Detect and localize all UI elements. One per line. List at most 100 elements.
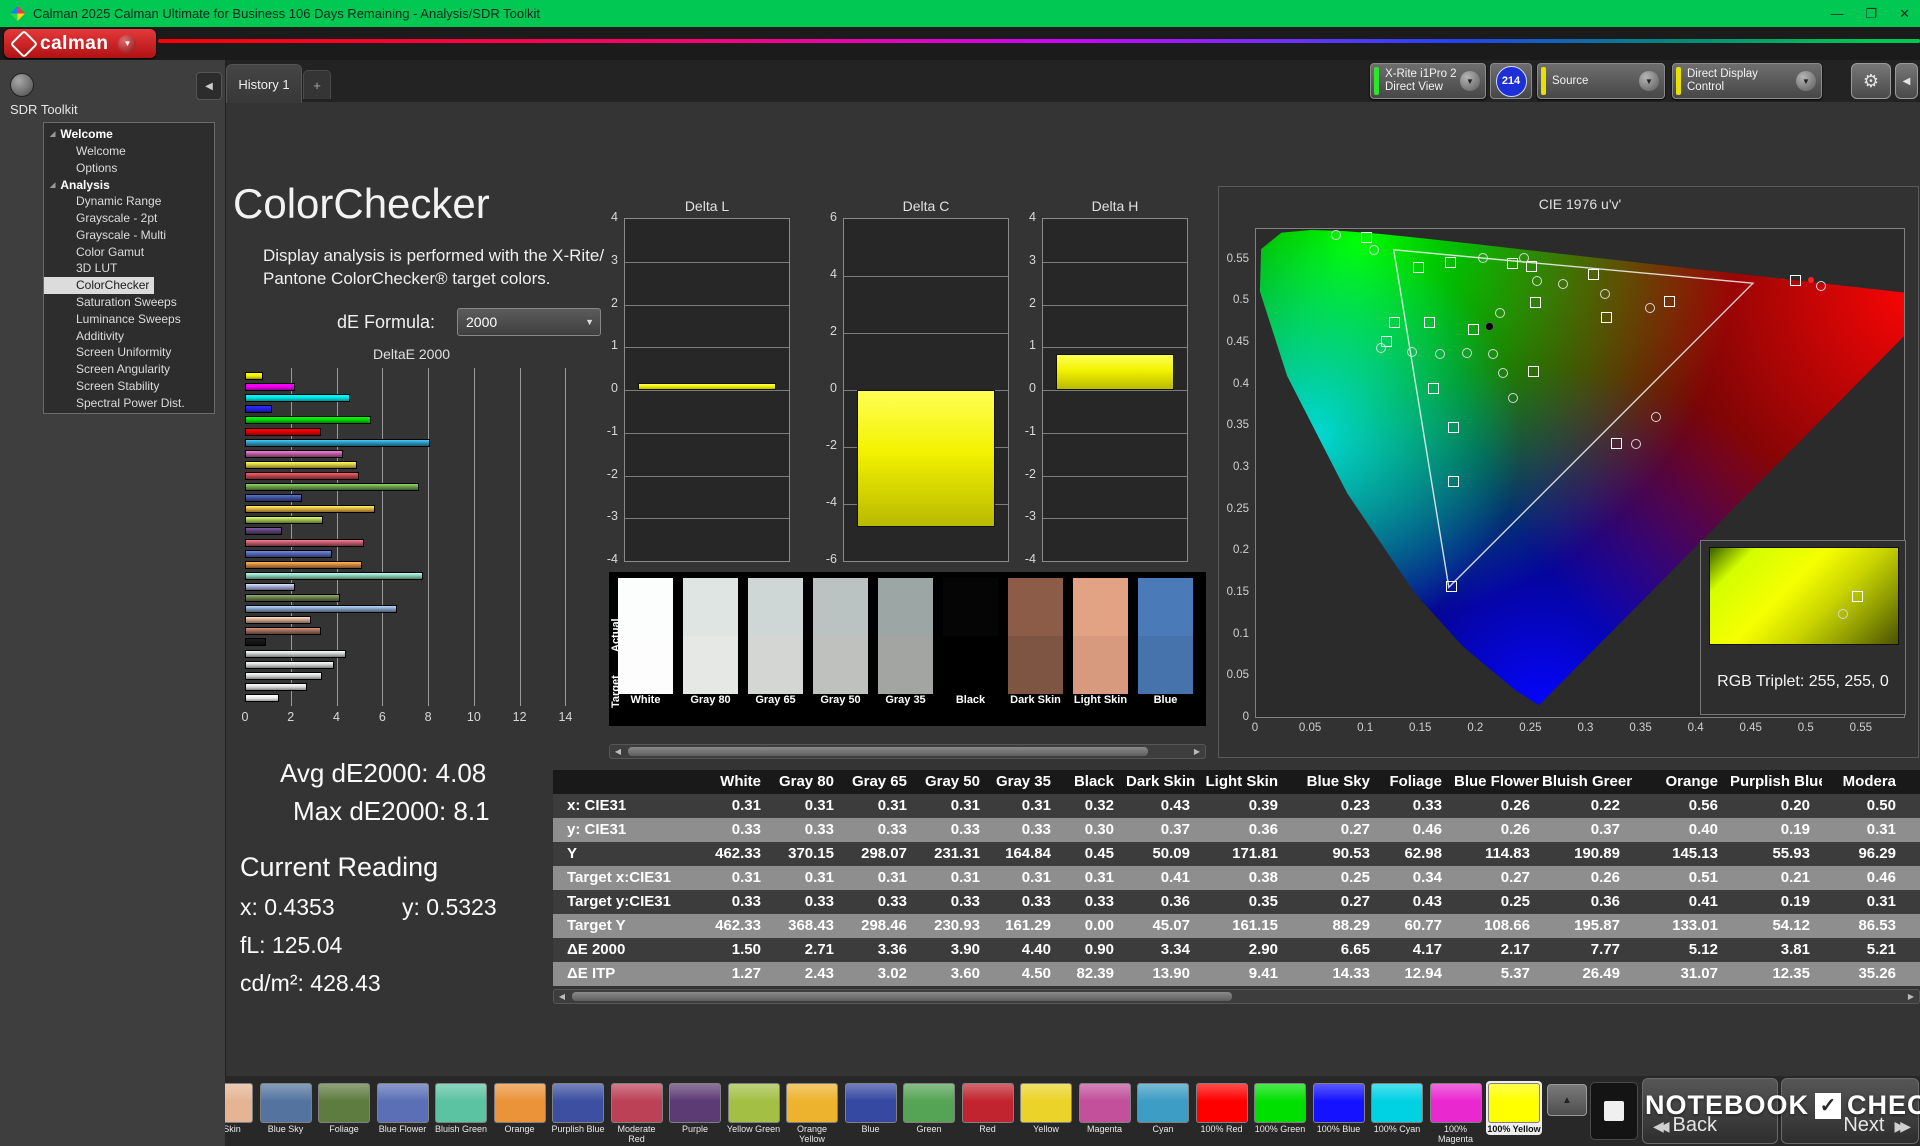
patch-moderate-red[interactable]: Moderate Red xyxy=(609,1081,665,1144)
patch-yellow-green[interactable]: Yellow Green xyxy=(726,1081,782,1135)
patch-label: Magenta xyxy=(1077,1125,1133,1135)
cell-value: 3.02 xyxy=(846,962,919,986)
patch-yellow[interactable]: Yellow xyxy=(1018,1081,1074,1135)
target-marker xyxy=(1528,366,1539,377)
next-button[interactable]: Next▶▶ xyxy=(1781,1078,1919,1144)
sidebar-collapse-button[interactable]: ◀ xyxy=(196,72,222,100)
add-tab-button[interactable]: + xyxy=(303,70,331,99)
patch-blue-sky[interactable]: Blue Sky xyxy=(258,1081,314,1135)
patch-cyan[interactable]: Cyan xyxy=(1135,1081,1191,1135)
cie-x-tick-0.5: 0.5 xyxy=(1784,722,1828,734)
scroll-left-icon[interactable]: ◀ xyxy=(610,745,626,758)
patch-swatch xyxy=(1371,1083,1423,1123)
column-header-black: Black xyxy=(1063,770,1126,794)
sidebar-item-color-gamut[interactable]: Color Gamut xyxy=(44,244,214,261)
sidebar-item-colorchecker[interactable]: ColorChecker xyxy=(44,277,154,294)
patch-green[interactable]: Green xyxy=(901,1081,957,1135)
actual-target-swatch-strip: Actual Target WhiteGray 80Gray 65Gray 50… xyxy=(609,572,1206,726)
patch-100-green[interactable]: 100% Green xyxy=(1252,1081,1308,1135)
cie-y-tick-0.2: 0.2 xyxy=(1213,544,1249,556)
sidebar-orb-icon[interactable] xyxy=(10,73,34,97)
scroll-right-icon[interactable]: ▶ xyxy=(1189,745,1205,758)
cell-value: 133.01 xyxy=(1632,914,1730,938)
sidebar-item-saturation-sweeps[interactable]: Saturation Sweeps xyxy=(44,294,214,311)
meter-dropdown[interactable]: X-Rite i1Pro 2 Direct View ▼ xyxy=(1370,63,1486,99)
patch-purple[interactable]: Purple xyxy=(667,1081,723,1135)
patch-red[interactable]: Red xyxy=(960,1081,1016,1135)
patch-bluish-green[interactable]: Bluish Green xyxy=(433,1081,489,1135)
measured-marker xyxy=(1435,349,1445,359)
settings-button[interactable]: ⚙ xyxy=(1851,63,1891,99)
tab-history-1[interactable]: History 1 xyxy=(226,64,302,103)
y-tick-4: 4 xyxy=(590,210,618,224)
calman-menu-button[interactable]: calman ▼ xyxy=(4,29,156,58)
patch-orange[interactable]: Orange xyxy=(492,1081,548,1135)
delta-c-chart xyxy=(843,218,1009,562)
cell-value: 0.33 xyxy=(846,890,919,914)
bar-magenta xyxy=(245,450,343,458)
cell-value: 0.33 xyxy=(919,818,992,842)
column-header-white: White xyxy=(703,770,773,794)
scroll-right-icon[interactable]: ▶ xyxy=(1903,990,1919,1003)
scroll-left-icon[interactable]: ◀ xyxy=(554,990,570,1003)
de-formula-label: dE Formula: xyxy=(337,312,435,333)
de-formula-dropdown[interactable]: 2000 ▼ xyxy=(457,308,601,336)
patch-magenta[interactable]: Magenta xyxy=(1077,1081,1133,1135)
table-row: Target x:CIE310.310.310.310.310.310.310.… xyxy=(553,866,1920,890)
patch-100-magenta[interactable]: 100% Magenta xyxy=(1428,1081,1484,1144)
cell-value: 0.32 xyxy=(1063,794,1126,818)
maximize-button[interactable]: ❐ xyxy=(1865,6,1877,22)
sidebar-item-grayscale-multi[interactable]: Grayscale - Multi xyxy=(44,227,214,244)
close-button[interactable]: ✕ xyxy=(1899,6,1910,22)
patch-foliage[interactable]: Foliage xyxy=(316,1081,372,1135)
patch-ht-skin[interactable]: ht Skin xyxy=(225,1081,255,1135)
sidebar-item-3d-lut[interactable]: 3D LUT xyxy=(44,260,214,277)
display-control-dropdown[interactable]: Direct Display Control ▼ xyxy=(1672,63,1822,99)
expander-icon[interactable]: ◢ xyxy=(50,181,55,189)
back-button[interactable]: ◀◀Back xyxy=(1642,1078,1778,1144)
cell-value: 0.33 xyxy=(992,818,1063,842)
swatch-actual xyxy=(943,578,998,636)
bar-green xyxy=(245,483,419,491)
patch-blue-flower[interactable]: Blue Flower xyxy=(375,1081,431,1135)
cie-y-tick-0.5: 0.5 xyxy=(1213,294,1249,306)
tree-group-label: Analysis xyxy=(60,178,109,192)
scrollbar-thumb[interactable] xyxy=(572,992,1232,1001)
scroll-up-button[interactable]: ▲ xyxy=(1547,1084,1587,1116)
measured-marker xyxy=(1369,245,1379,255)
sidebar-item-additivity[interactable]: Additivity xyxy=(44,328,214,345)
patch-100-red[interactable]: 100% Red xyxy=(1194,1081,1250,1135)
expander-icon[interactable]: ◢ xyxy=(50,130,55,138)
patch-orange-yellow[interactable]: Orange Yellow xyxy=(784,1081,840,1144)
app-window: Calman 2025 Calman Ultimate for Business… xyxy=(0,0,1920,1146)
swatch-strip-scrollbar[interactable]: ◀ ▶ xyxy=(609,744,1206,759)
measured-marker xyxy=(1407,347,1417,357)
sidebar-item-luminance-sweeps[interactable]: Luminance Sweeps xyxy=(44,311,214,328)
swatch-label: Gray 35 xyxy=(878,694,933,706)
sidebar-item-screen-stability[interactable]: Screen Stability xyxy=(44,378,214,395)
source-dropdown[interactable]: Source ▼ xyxy=(1537,63,1665,99)
sidebar-item-screen-angularity[interactable]: Screen Angularity xyxy=(44,361,214,378)
meter-count-button[interactable]: 214 xyxy=(1490,63,1532,99)
pattern-window-button[interactable] xyxy=(1590,1082,1638,1140)
sidebar-item-welcome[interactable]: Welcome xyxy=(44,143,214,160)
display-control-status-stripe xyxy=(1676,67,1681,95)
tree-group-analysis[interactable]: ◢ Analysis xyxy=(44,176,214,193)
sidebar-item-screen-uniformity[interactable]: Screen Uniformity xyxy=(44,344,214,361)
x-tick-2: 2 xyxy=(279,710,303,724)
minimize-button[interactable]: — xyxy=(1830,6,1843,21)
patch-100-cyan[interactable]: 100% Cyan xyxy=(1369,1081,1425,1135)
patch-100-yellow[interactable]: 100% Yellow xyxy=(1486,1081,1542,1135)
patch-purplish-blue[interactable]: Purplish Blue xyxy=(550,1081,606,1135)
sidebar-item-options[interactable]: Options xyxy=(44,160,214,177)
patch-100-blue[interactable]: 100% Blue xyxy=(1311,1081,1367,1135)
sidebar-item-dynamic-range[interactable]: Dynamic Range xyxy=(44,193,214,210)
sidebar-item-spectral-power-dist-[interactable]: Spectral Power Dist. xyxy=(44,395,214,412)
tree-group-welcome[interactable]: ◢Welcome xyxy=(44,126,214,143)
table-scrollbar[interactable]: ◀ ▶ xyxy=(553,989,1920,1004)
target-marker xyxy=(1588,269,1599,280)
scrollbar-thumb[interactable] xyxy=(628,747,1148,756)
patch-blue[interactable]: Blue xyxy=(843,1081,899,1135)
sidebar-item-grayscale-2pt[interactable]: Grayscale - 2pt xyxy=(44,210,214,227)
panel-collapse-button[interactable]: ◀ xyxy=(1895,63,1918,99)
